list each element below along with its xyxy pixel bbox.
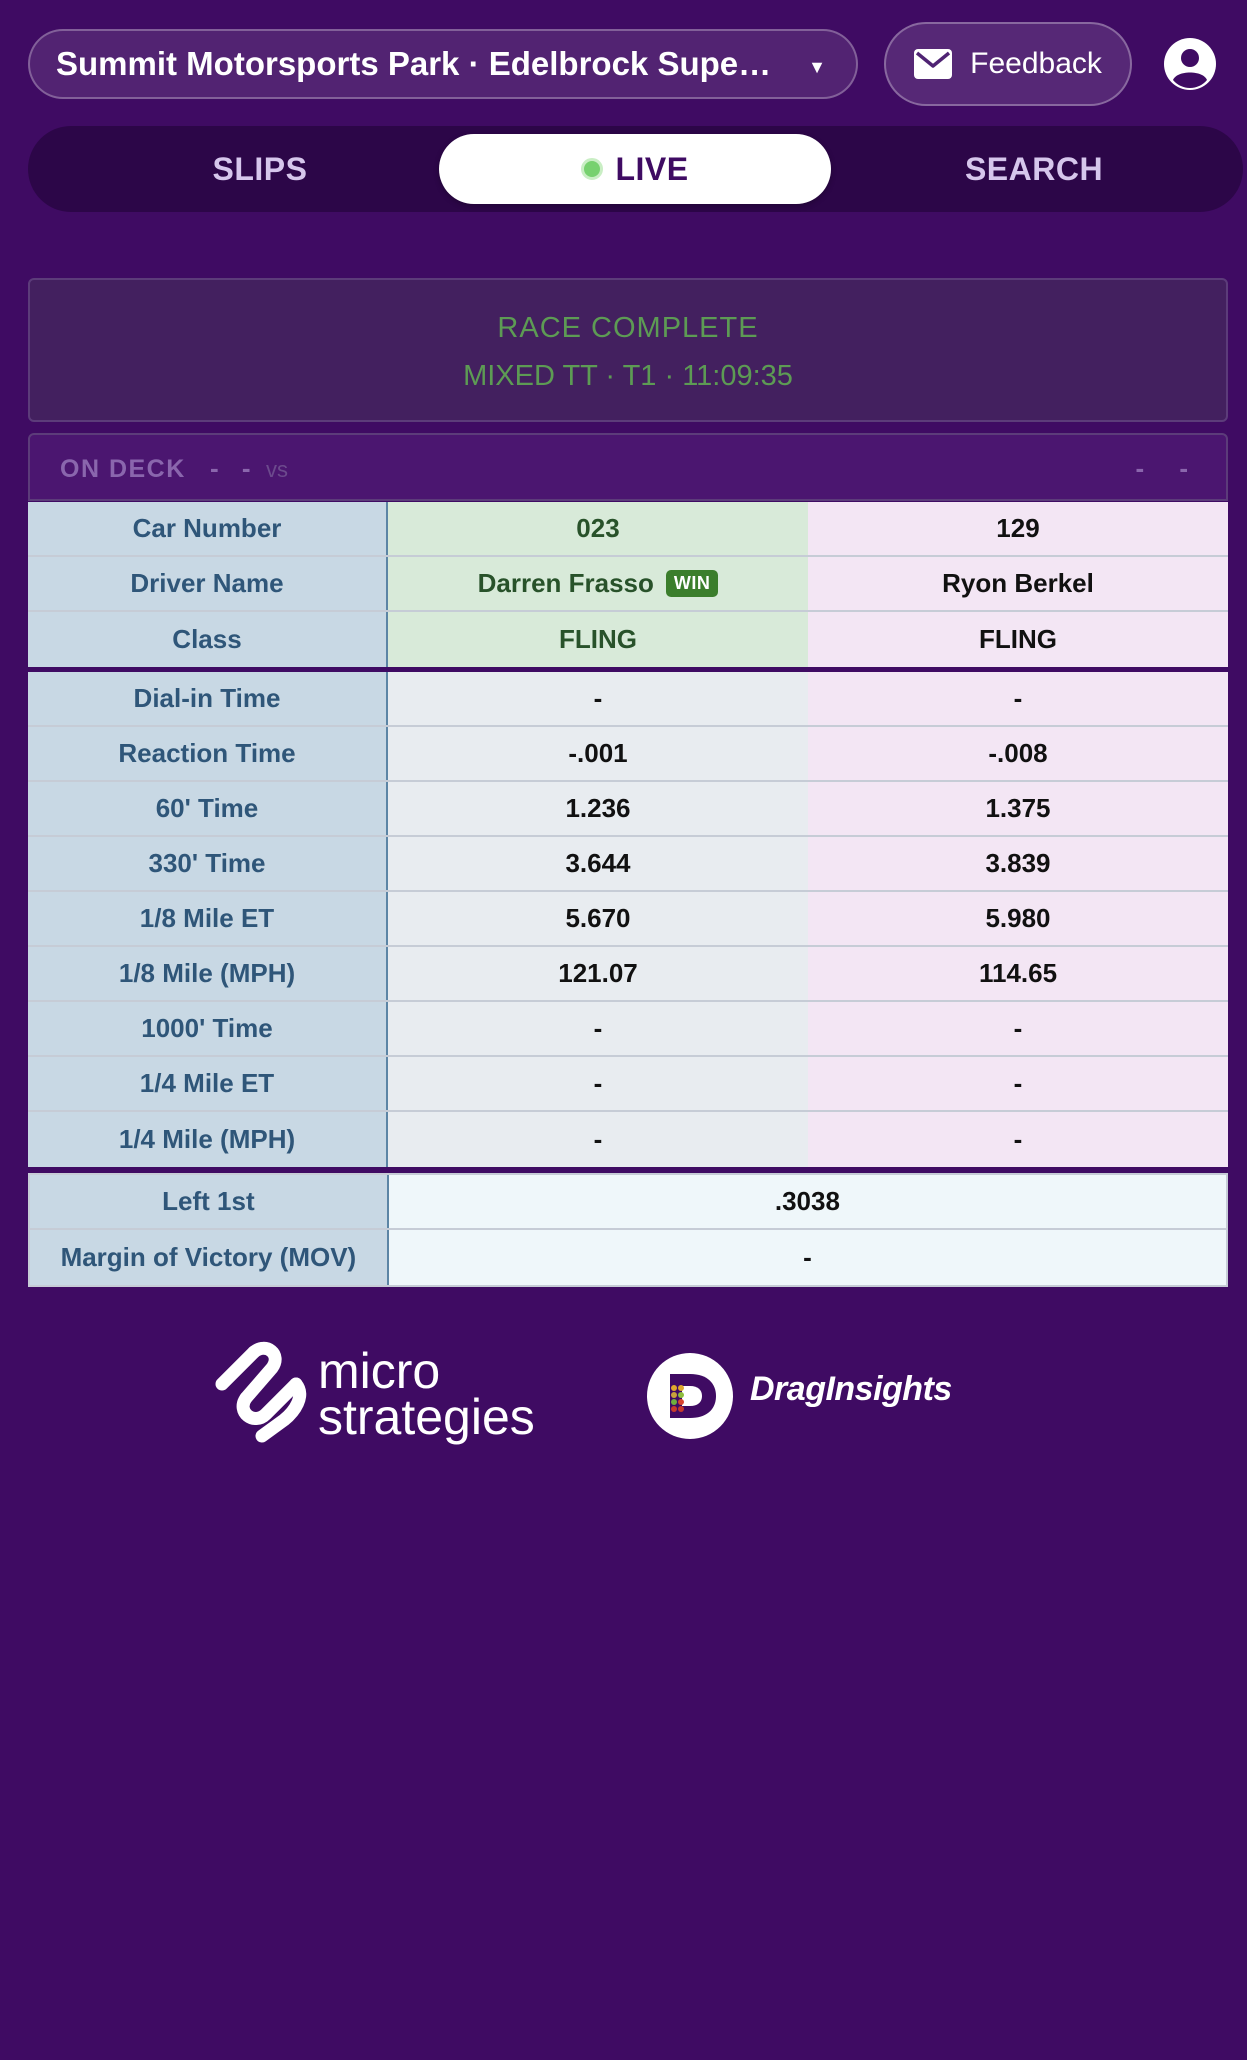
table-row: 1/4 Mile (MPH) - - bbox=[28, 1112, 1228, 1167]
race-times-table: Dial-in Time - - Reaction Time -.001 -.0… bbox=[28, 672, 1228, 1167]
left-lane-value: FLING bbox=[388, 612, 808, 667]
on-deck-right-lane: - - bbox=[1135, 453, 1202, 483]
row-label: Class bbox=[28, 612, 388, 667]
tab-search[interactable]: SEARCH bbox=[838, 134, 1230, 204]
user-circle-icon[interactable] bbox=[1164, 38, 1216, 90]
on-deck-left-lane: - - bbox=[210, 453, 259, 483]
summary-value: .3038 bbox=[388, 1175, 1226, 1228]
on-deck-bar: ON DECK - - vs - - bbox=[28, 433, 1228, 501]
row-label: 330' Time bbox=[28, 837, 388, 890]
left-lane-value: Darren Frasso WIN bbox=[388, 557, 808, 610]
race-status-title: RACE COMPLETE bbox=[497, 312, 759, 344]
left-lane-value: - bbox=[388, 1057, 808, 1110]
race-info-table: Car Number 023 129 Driver Name Darren Fr… bbox=[28, 502, 1228, 667]
right-lane-value: 3.839 bbox=[808, 837, 1228, 890]
live-indicator-icon bbox=[581, 158, 604, 180]
row-label: Margin of Victory (MOV) bbox=[30, 1230, 389, 1285]
tab-live[interactable]: LIVE bbox=[439, 134, 831, 204]
left-lane-value: 121.07 bbox=[388, 947, 808, 1000]
draginsights-wordmark: DragInsights bbox=[750, 1370, 952, 1408]
right-lane-value: - bbox=[808, 672, 1228, 725]
table-row: Left 1st .3038 bbox=[30, 1175, 1226, 1230]
table-row: 330' Time 3.644 3.839 bbox=[28, 837, 1228, 892]
micro-strategies-mark-icon bbox=[215, 1341, 307, 1443]
draginsights-logo[interactable]: DragInsights bbox=[646, 1350, 1006, 1442]
row-label: 1000' Time bbox=[28, 1002, 388, 1055]
feedback-button[interactable]: Feedback bbox=[884, 22, 1132, 106]
row-label: Reaction Time bbox=[28, 727, 388, 780]
row-label: Car Number bbox=[28, 502, 388, 555]
venue-select[interactable]: Summit Motorsports Park · Edelbrock Supe… bbox=[28, 29, 858, 99]
row-label: 1/4 Mile (MPH) bbox=[28, 1112, 388, 1167]
table-row: Class FLING FLING bbox=[28, 612, 1228, 667]
right-lane-value: - bbox=[808, 1057, 1228, 1110]
left-lane-value: 023 bbox=[388, 502, 808, 555]
right-lane-value: Ryon Berkel bbox=[808, 557, 1228, 610]
on-deck-vs: vs bbox=[266, 457, 288, 482]
left-lane-value: - bbox=[388, 672, 808, 725]
tab-slips[interactable]: SLIPS bbox=[64, 134, 456, 204]
row-label: 1/4 Mile ET bbox=[28, 1057, 388, 1110]
caret-down-icon: ▼ bbox=[808, 57, 826, 77]
left-lane-value: -.001 bbox=[388, 727, 808, 780]
race-status-detail: MIXED TT · T1 · 11:09:35 bbox=[463, 360, 793, 392]
left-lane-value: 1.236 bbox=[388, 782, 808, 835]
table-row: Dial-in Time - - bbox=[28, 672, 1228, 727]
right-lane-value: 5.980 bbox=[808, 892, 1228, 945]
right-lane-value: 114.65 bbox=[808, 947, 1228, 1000]
row-label: Driver Name bbox=[28, 557, 388, 610]
table-row: 1/8 Mile (MPH) 121.07 114.65 bbox=[28, 947, 1228, 1002]
micro-strategies-logo[interactable]: micro strategies bbox=[210, 1340, 580, 1450]
left-lane-value: 5.670 bbox=[388, 892, 808, 945]
row-label: 60' Time bbox=[28, 782, 388, 835]
right-lane-value: FLING bbox=[808, 612, 1228, 667]
draginsights-mark-icon bbox=[647, 1353, 733, 1439]
summary-value: - bbox=[388, 1230, 1226, 1285]
table-row: 1/8 Mile ET 5.670 5.980 bbox=[28, 892, 1228, 947]
view-tabs: SLIPS LIVE SEARCH bbox=[28, 126, 1243, 212]
left-lane-value: 3.644 bbox=[388, 837, 808, 890]
win-badge: WIN bbox=[665, 570, 719, 597]
table-row: Reaction Time -.001 -.008 bbox=[28, 727, 1228, 782]
envelope-icon bbox=[914, 49, 953, 79]
table-row: Car Number 023 129 bbox=[28, 502, 1228, 557]
right-lane-value: 129 bbox=[808, 502, 1228, 555]
on-deck-label: ON DECK bbox=[60, 455, 186, 483]
row-label: Left 1st bbox=[30, 1175, 389, 1228]
race-summary-table: Left 1st .3038 Margin of Victory (MOV) - bbox=[28, 1173, 1228, 1287]
left-lane-value: - bbox=[388, 1002, 808, 1055]
micro-strategies-wordmark: micro strategies bbox=[318, 1343, 535, 1445]
tab-search-label: SEARCH bbox=[964, 150, 1104, 187]
row-label: 1/8 Mile (MPH) bbox=[28, 947, 388, 1000]
feedback-label: Feedback bbox=[970, 47, 1102, 80]
right-lane-value: - bbox=[808, 1002, 1228, 1055]
top-bar: Summit Motorsports Park · Edelbrock Supe… bbox=[28, 22, 1238, 106]
row-label: 1/8 Mile ET bbox=[28, 892, 388, 945]
venue-name: Summit Motorsports Park · Edelbrock Supe… bbox=[56, 45, 778, 82]
table-row: Margin of Victory (MOV) - bbox=[30, 1230, 1226, 1285]
row-label: Dial-in Time bbox=[28, 672, 388, 725]
left-lane-value: - bbox=[388, 1112, 808, 1167]
table-row: 60' Time 1.236 1.375 bbox=[28, 782, 1228, 837]
left-driver-name: Darren Frasso bbox=[477, 568, 654, 598]
micro-strategies-line1: micro bbox=[318, 1343, 441, 1399]
table-row: 1000' Time - - bbox=[28, 1002, 1228, 1057]
tab-live-label: LIVE bbox=[615, 150, 689, 187]
race-status-panel: RACE COMPLETE MIXED TT · T1 · 11:09:35 bbox=[28, 278, 1228, 422]
right-lane-value: - bbox=[808, 1112, 1228, 1167]
tab-slips-label: SLIPS bbox=[212, 150, 308, 187]
table-row: Driver Name Darren Frasso WIN Ryon Berke… bbox=[28, 557, 1228, 612]
micro-strategies-line2: strategies bbox=[318, 1389, 535, 1445]
table-row: 1/4 Mile ET - - bbox=[28, 1057, 1228, 1112]
right-lane-value: 1.375 bbox=[808, 782, 1228, 835]
right-lane-value: -.008 bbox=[808, 727, 1228, 780]
